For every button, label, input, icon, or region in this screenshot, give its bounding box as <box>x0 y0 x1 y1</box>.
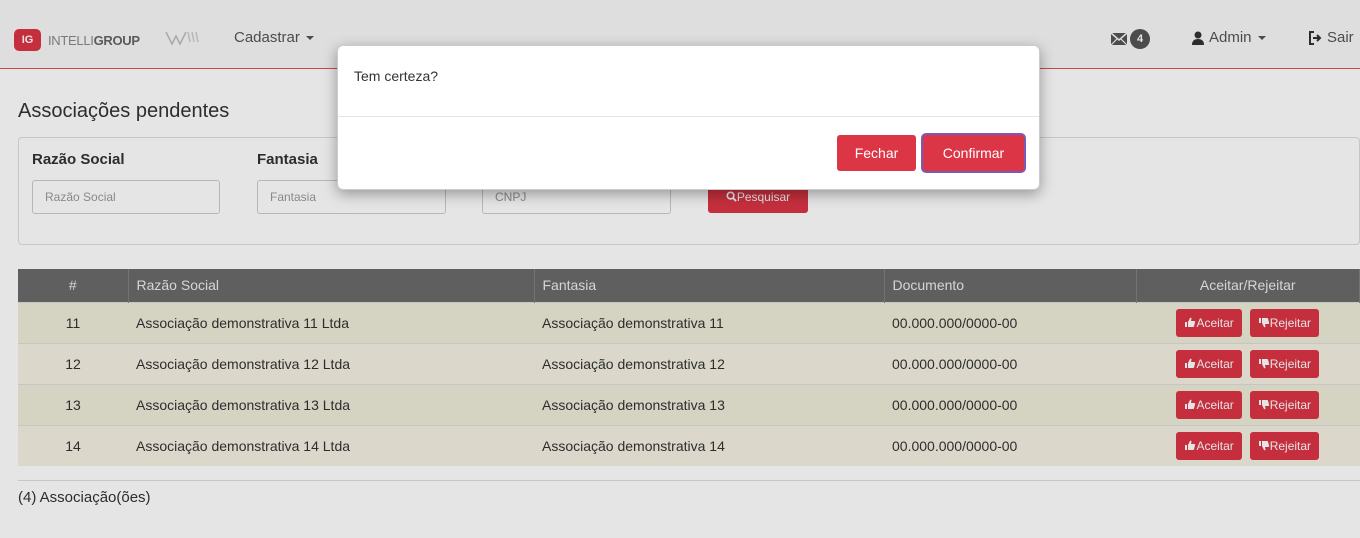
dialog-message: Tem certeza? <box>338 46 1039 117</box>
dialog-footer: Fechar Confirmar <box>338 117 1039 189</box>
confirm-dialog: Tem certeza? Fechar Confirmar <box>337 45 1040 190</box>
confirm-button[interactable]: Confirmar <box>923 135 1024 171</box>
close-button[interactable]: Fechar <box>837 135 916 171</box>
